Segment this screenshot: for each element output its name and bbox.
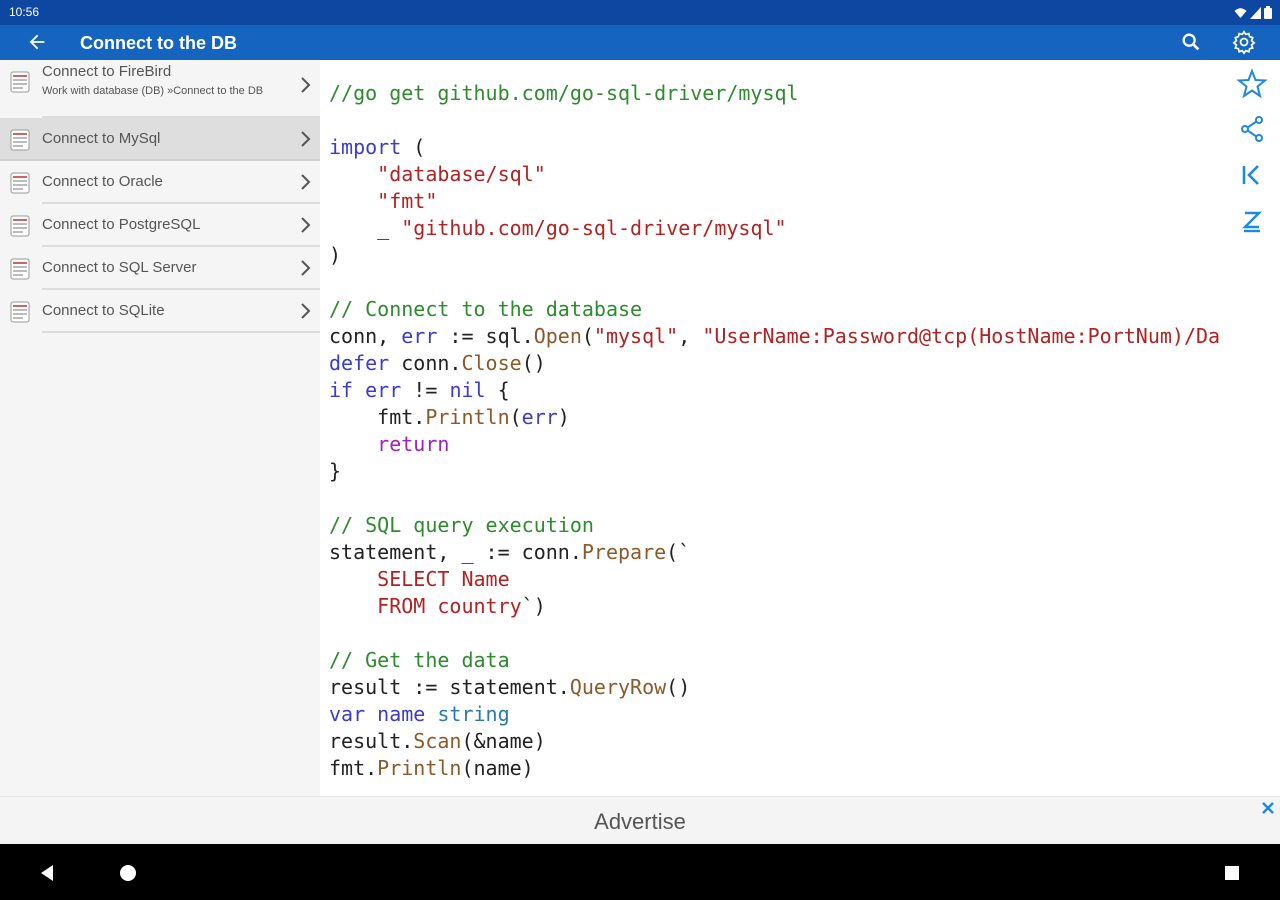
- status-time: 10:56: [9, 5, 40, 19]
- chevron-right-icon: [301, 174, 311, 190]
- signal-icon: [1250, 6, 1261, 19]
- document-icon: [10, 258, 30, 280]
- code-line: statement, _ := conn.Prepare(`: [329, 540, 691, 564]
- document-icon: [10, 129, 30, 151]
- code-line: fmt.Println(err): [329, 405, 570, 429]
- ad-banner[interactable]: Advertise: [0, 796, 1280, 845]
- code-line: if err != nil {: [329, 378, 510, 402]
- sidebar-item-label: Connect to PostgreSQL: [42, 216, 201, 233]
- code-line: //go get github.com/go-sql-driver/mysql: [329, 81, 799, 105]
- sidebar-item-mysql[interactable]: Connect to MySql: [0, 118, 320, 161]
- sidebar-item-oracle[interactable]: Connect to Oracle: [10, 161, 320, 204]
- code-line: conn, err := sql.Open("mysql", "UserName…: [329, 324, 1221, 348]
- sidebar-item-label: Connect to SQLite: [42, 302, 165, 319]
- gear-icon[interactable]: [1231, 29, 1257, 55]
- code-line: // SQL query execution: [329, 513, 594, 537]
- status-bar: 10:56: [0, 0, 1280, 25]
- close-icon[interactable]: [1259, 799, 1277, 817]
- code-line: fmt.Println(name): [329, 756, 534, 780]
- star-icon[interactable]: [1236, 68, 1268, 100]
- document-icon: [10, 301, 30, 323]
- code-line: result := statement.QueryRow(): [329, 675, 691, 699]
- code-line: result.Scan(&name): [329, 729, 546, 753]
- chevron-right-icon: [301, 77, 311, 93]
- code-block: //go get github.com/go-sql-driver/mysql …: [329, 80, 1220, 782]
- code-line: // Get the data: [329, 648, 510, 672]
- sidebar-item-sqlite[interactable]: Connect to SQLite: [10, 290, 320, 333]
- ad-label: Advertise: [594, 809, 686, 834]
- code-line: // Connect to the database: [329, 297, 643, 321]
- sidebar-item-sql-server[interactable]: Connect to SQL Server: [10, 247, 320, 290]
- wifi-icon: [1234, 7, 1247, 18]
- sidebar: Connect to FireBird Work with database (…: [0, 60, 320, 796]
- code-line: FROM country`): [329, 594, 546, 618]
- app-bar: Connect to the DB: [0, 25, 1280, 60]
- nav-back-icon[interactable]: [37, 862, 59, 884]
- sidebar-item-breadcrumb: Work with database (DB) »Connect to the …: [42, 85, 264, 97]
- code-line: import (: [329, 135, 426, 159]
- sidebar-item-label: Connect to MySql: [42, 130, 161, 147]
- code-viewer[interactable]: //go get github.com/go-sql-driver/mysql …: [320, 60, 1280, 796]
- first-page-icon[interactable]: [1236, 159, 1268, 191]
- share-icon[interactable]: [1236, 113, 1268, 145]
- page-title: Connect to the DB: [80, 33, 237, 53]
- code-line: defer conn.Close(): [329, 351, 546, 375]
- code-line: "database/sql": [377, 162, 546, 186]
- system-nav-bar: [0, 844, 1280, 900]
- code-line: SELECT Name: [329, 567, 510, 591]
- code-line: _ "github.com/go-sql-driver/mysql": [329, 216, 787, 240]
- sidebar-item-label: Connect to Oracle: [42, 173, 163, 190]
- battery-icon: [1264, 6, 1272, 19]
- sidebar-item-label: Connect to SQL Server: [42, 259, 197, 276]
- code-line: return: [377, 432, 450, 456]
- document-icon: [10, 71, 30, 93]
- nav-home-icon[interactable]: [117, 862, 139, 884]
- chevron-right-icon: [301, 303, 311, 319]
- document-icon: [10, 172, 30, 194]
- sidebar-item-postgresql[interactable]: Connect to PostgreSQL: [10, 204, 320, 247]
- search-icon[interactable]: [1180, 31, 1202, 53]
- document-icon: [10, 215, 30, 237]
- code-line: }: [329, 459, 342, 483]
- sidebar-item-firebird[interactable]: Connect to FireBird Work with database (…: [10, 60, 320, 118]
- font-size-icon[interactable]: [1236, 205, 1268, 237]
- back-arrow-icon[interactable]: [26, 31, 48, 53]
- code-line: ): [329, 243, 342, 267]
- code-line: var name string: [329, 702, 510, 726]
- code-line: "fmt": [377, 189, 438, 213]
- chevron-right-icon: [301, 217, 311, 233]
- nav-recents-icon[interactable]: [1221, 862, 1243, 884]
- chevron-right-icon: [301, 260, 311, 276]
- sidebar-item-label: Connect to FireBird: [42, 63, 172, 80]
- status-icons: [1234, 6, 1272, 19]
- chevron-right-icon: [301, 131, 311, 147]
